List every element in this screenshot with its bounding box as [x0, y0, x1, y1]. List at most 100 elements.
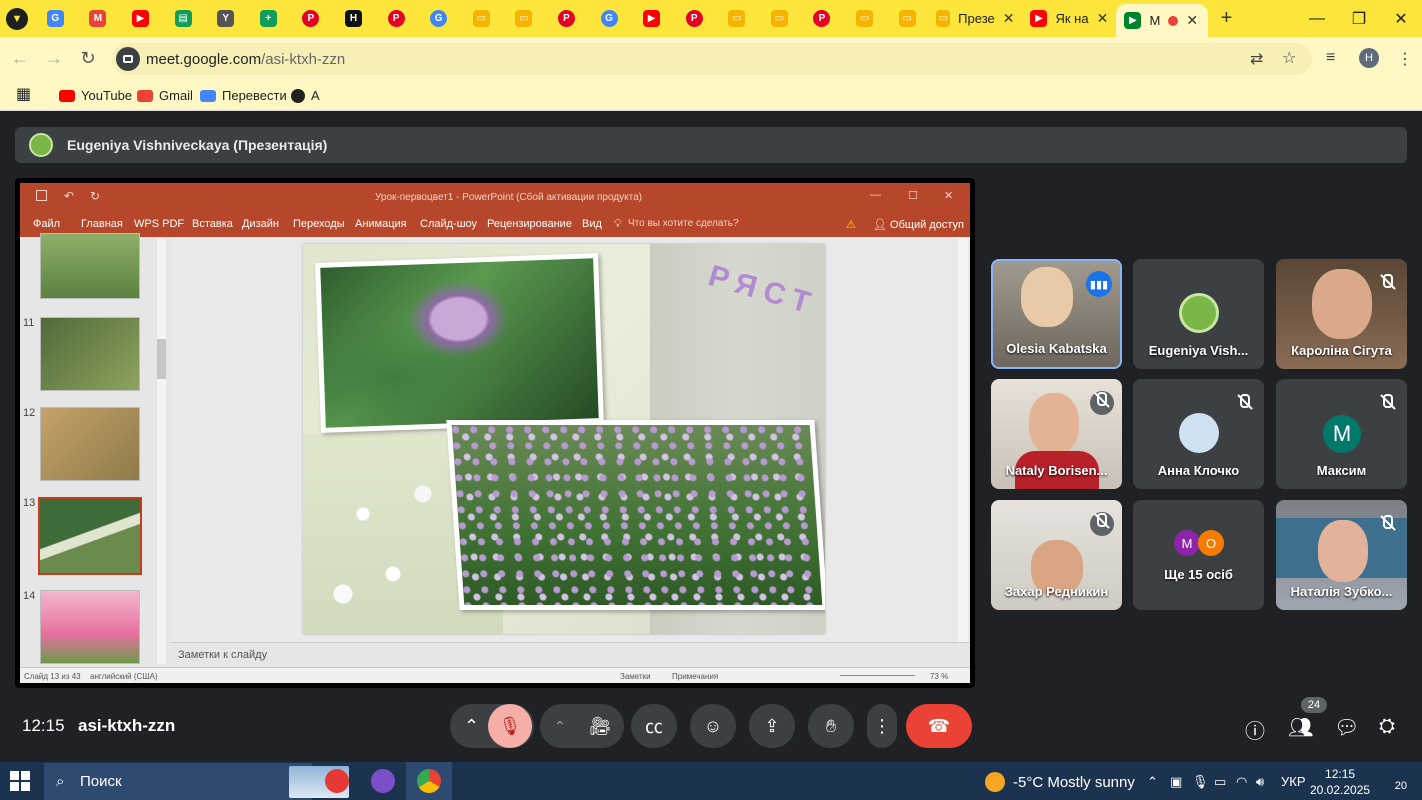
slide-thumbnail[interactable]: [40, 317, 140, 391]
redo-icon[interactable]: ↻: [90, 189, 100, 203]
pinned-tab[interactable]: ▭: [886, 0, 929, 37]
pinned-tab[interactable]: ▭: [503, 0, 546, 37]
pinned-tab[interactable]: P: [290, 0, 333, 37]
bookmark-gmail[interactable]: Gmail: [137, 88, 193, 103]
close-window-button[interactable]: ✕: [1380, 0, 1422, 37]
pinned-tab[interactable]: G: [588, 0, 631, 37]
site-info-icon[interactable]: [116, 47, 140, 71]
maximize-button[interactable]: ❐: [1338, 0, 1380, 37]
bookmark-star-icon[interactable]: ☆: [1282, 48, 1296, 68]
ribbon-tab-animation[interactable]: Анимация: [355, 218, 407, 230]
more-options-button[interactable]: ⋮: [867, 704, 897, 748]
pinned-tab[interactable]: ▶: [630, 0, 673, 37]
new-tab-button[interactable]: +: [1208, 7, 1244, 30]
participant-tile[interactable]: Захар Редникин: [991, 500, 1122, 610]
reload-button[interactable]: ↻: [77, 48, 99, 69]
pinned-tab[interactable]: ▭: [758, 0, 801, 37]
pinned-tab[interactable]: P: [375, 0, 418, 37]
back-button[interactable]: ←: [9, 48, 31, 69]
pinned-tab[interactable]: P: [545, 0, 588, 37]
close-icon[interactable]: ✕: [1003, 10, 1015, 27]
people-icon[interactable]: 👥︎: [1288, 715, 1313, 740]
minimize-button[interactable]: —: [1296, 0, 1338, 37]
taskbar-app[interactable]: [314, 762, 360, 800]
translate-icon[interactable]: ⇄: [1250, 49, 1263, 69]
ribbon-tab-transitions[interactable]: Переходы: [293, 218, 345, 230]
tab-search-button[interactable]: ▼: [0, 0, 34, 37]
pinned-tab[interactable]: G: [34, 0, 77, 37]
wifi-icon[interactable]: ◠: [1236, 774, 1247, 790]
captions-button[interactable]: ㏄: [631, 704, 677, 748]
participant-tile-others[interactable]: М O Ще 15 осіб: [1133, 500, 1264, 610]
save-icon[interactable]: [36, 190, 47, 201]
ribbon-tab-file[interactable]: Файл: [33, 218, 60, 230]
pinned-tab[interactable]: +: [247, 0, 290, 37]
ribbon-tab-wps-pdf[interactable]: WPS PDF: [134, 218, 184, 230]
ribbon-tab-view[interactable]: Вид: [582, 218, 602, 230]
ribbon-tab-review[interactable]: Рецензирование: [487, 218, 572, 230]
ribbon-tab-design[interactable]: Дизайн: [242, 218, 279, 230]
current-slide[interactable]: РЯСТ: [303, 244, 825, 634]
maximize-button[interactable]: ☐: [908, 189, 918, 202]
forward-button[interactable]: →: [43, 48, 65, 69]
pinned-tab[interactable]: G: [417, 0, 460, 37]
pinned-tab[interactable]: P: [801, 0, 844, 37]
close-icon[interactable]: ✕: [1186, 12, 1198, 29]
slide-thumbnail[interactable]: [40, 233, 140, 299]
notes-toggle[interactable]: Заметки: [620, 672, 651, 681]
participant-tile[interactable]: Наталія Зубко...: [1276, 500, 1407, 610]
notifications-icon[interactable]: 20: [1383, 770, 1407, 792]
pinned-tab[interactable]: ▭: [843, 0, 886, 37]
chevron-up-icon[interactable]: ⌃: [1147, 774, 1158, 790]
present-button[interactable]: ⇪: [749, 704, 795, 748]
slide-scrollbar[interactable]: [958, 237, 968, 642]
reactions-button[interactable]: ☺: [690, 704, 736, 748]
pinned-tab[interactable]: P: [673, 0, 716, 37]
undo-icon[interactable]: ↶: [64, 189, 74, 203]
slide-thumbnail[interactable]: [40, 407, 140, 481]
bookmark-youtube[interactable]: YouTube: [59, 88, 132, 103]
tab-meet-active[interactable]: ▶ M ✕: [1116, 4, 1209, 37]
leave-call-button[interactable]: ☎: [906, 704, 972, 748]
zoom-slider[interactable]: [840, 675, 915, 676]
pinned-tab[interactable]: H: [332, 0, 375, 37]
participant-tile[interactable]: Eugeniya Vish...: [1133, 259, 1264, 369]
bookmark-a[interactable]: А: [291, 88, 320, 103]
corydalis-closeup-photo[interactable]: [315, 253, 604, 433]
share-button[interactable]: 👤︎ Общий доступ: [873, 218, 964, 231]
slide-thumbnail[interactable]: [40, 590, 140, 664]
taskbar-search[interactable]: ⌕ Поиск: [44, 763, 349, 800]
activities-icon[interactable]: ⛭: [1379, 715, 1395, 738]
zoom-level[interactable]: 73 %: [930, 672, 948, 681]
pinned-tab[interactable]: ▤: [162, 0, 205, 37]
taskbar-clock[interactable]: 12:15 20.02.2025: [1310, 766, 1370, 798]
profile-avatar[interactable]: Н: [1359, 48, 1379, 68]
participant-tile[interactable]: М Максим: [1276, 379, 1407, 489]
taskbar-app[interactable]: [360, 762, 406, 800]
pinned-tab[interactable]: Y: [204, 0, 247, 37]
pinned-tab[interactable]: ▭: [460, 0, 503, 37]
battery-icon[interactable]: ▭: [1214, 774, 1226, 790]
pinned-tab[interactable]: ▶: [119, 0, 162, 37]
mic-off-button[interactable]: 🎙︎: [488, 704, 532, 748]
corydalis-field-photo[interactable]: [446, 420, 825, 610]
language-indicator[interactable]: УКР: [1281, 774, 1306, 789]
camera-tray-icon[interactable]: ▣: [1170, 774, 1182, 790]
pinned-tab[interactable]: ▭: [716, 0, 759, 37]
close-icon[interactable]: ✕: [1097, 10, 1109, 27]
participant-tile[interactable]: ▮▮▮ Olesia Kabatska: [991, 259, 1122, 369]
windows-start-icon[interactable]: [10, 771, 30, 791]
mic-tray-icon[interactable]: 🎙︎: [1192, 774, 1209, 790]
taskbar-app-active[interactable]: [406, 762, 452, 800]
minimize-button[interactable]: —: [870, 189, 881, 201]
ribbon-tab-home[interactable]: Главная: [81, 218, 123, 230]
bookmark-translate[interactable]: Перевести: [200, 88, 287, 103]
camera-button[interactable]: 🎥︎: [578, 704, 622, 748]
tab-youtube[interactable]: ▶ Як на ✕: [1022, 0, 1116, 37]
participant-tile[interactable]: Nataly Borisen...: [991, 379, 1122, 489]
tell-me-input[interactable]: Что вы хотите сделать?: [628, 218, 739, 229]
participant-tile[interactable]: Кароліна Сігута: [1276, 259, 1407, 369]
weather-widget[interactable]: -5°C Mostly sunny: [985, 772, 1135, 792]
more-menu-icon[interactable]: ⋮: [1397, 49, 1413, 69]
apps-icon[interactable]: ▦: [16, 87, 31, 103]
